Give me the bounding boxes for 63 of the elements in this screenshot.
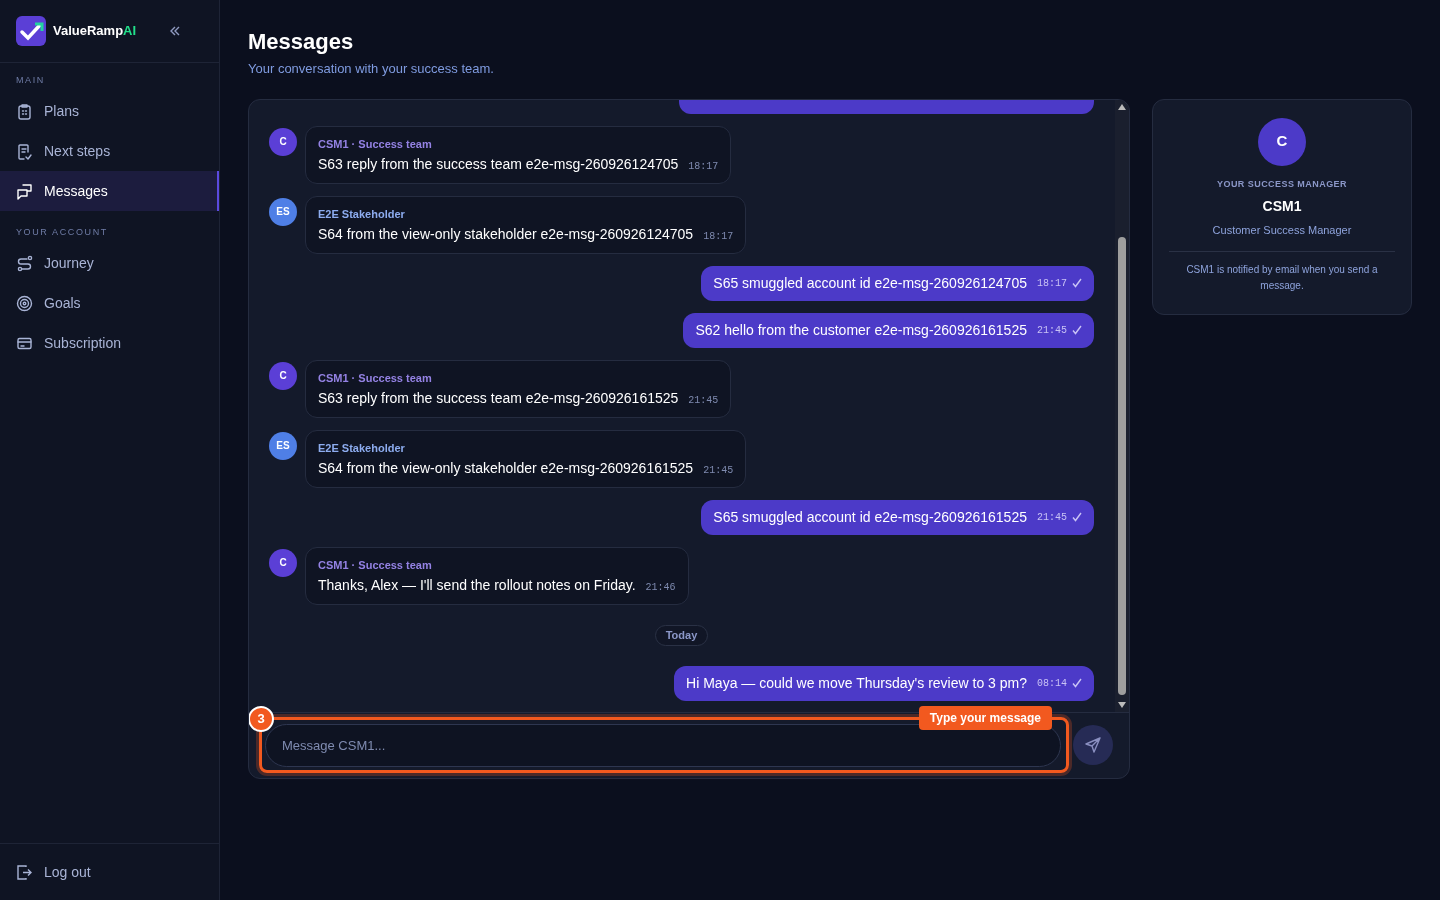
clipboard-icon xyxy=(16,102,33,120)
section-label: YOUR ACCOUNT xyxy=(15,226,109,240)
scrollbar-thumb[interactable] xyxy=(1118,236,1126,695)
message-text: S65 smuggled account id e2e-msg-260926161525 xyxy=(713,507,1027,527)
page-title: Messages xyxy=(248,28,355,56)
message-text: S62 hello from the customer e2e-msg-260926161525 xyxy=(695,320,1027,340)
sender-name: CSM1 · Success team xyxy=(318,136,433,152)
tooltip-label: Type your message xyxy=(918,705,1052,730)
avatar: C xyxy=(1258,117,1306,166)
message-time: 18:17 xyxy=(688,159,719,174)
message-text: S64 from the view-only stakeholder e2e-msg-260926124705 xyxy=(318,224,694,243)
scroll-up-icon xyxy=(1117,102,1127,111)
manager-name: CSM1 xyxy=(1262,197,1302,216)
avatar: ES xyxy=(269,431,297,460)
message-time: 21:45 xyxy=(688,393,719,408)
message-time: 21:45 xyxy=(1037,510,1067,525)
step-badge: 3 xyxy=(249,705,274,732)
nav-item[interactable]: Next steps xyxy=(0,131,219,171)
brand-suffix: AI xyxy=(123,22,137,41)
section-label: MAIN xyxy=(15,74,46,88)
send-icon xyxy=(1084,736,1102,754)
page-subtitle: Your conversation with your success team. xyxy=(248,60,495,78)
avatar: C xyxy=(269,548,297,577)
message-text: Thanks, Alex — I'll send the rollout notes on Friday. xyxy=(318,575,636,594)
nav-item[interactable]: Goals xyxy=(0,283,219,323)
message-time: 21:45 xyxy=(1037,323,1067,338)
chevrons-left-icon xyxy=(169,25,181,37)
message-text: S63 reply from the success team e2e-msg-260926161525 xyxy=(318,388,679,407)
logout-link[interactable]: Log out xyxy=(16,861,91,883)
chat-icon xyxy=(16,182,33,200)
sender-name: E2E Stakeholder xyxy=(318,440,406,456)
message-time: 18:17 xyxy=(703,229,734,244)
sender-name: CSM1 · Success team xyxy=(318,370,433,386)
route-icon xyxy=(16,254,33,272)
scrollbar[interactable] xyxy=(1115,99,1129,712)
send-button[interactable] xyxy=(1073,725,1113,765)
message-text: S63 reply from the success team e2e-msg-260926124705 xyxy=(318,154,679,173)
notification-note: CSM1 is notified by email when you send a message. xyxy=(1185,262,1379,293)
avatar: ES xyxy=(269,197,297,226)
manager-role: Customer Success Manager xyxy=(1212,223,1352,238)
card-label: YOUR SUCCESS MANAGER xyxy=(1217,177,1347,191)
nav-item[interactable]: Messages xyxy=(0,171,219,211)
brand-name: ValueRamp xyxy=(53,22,124,41)
collapse-button[interactable] xyxy=(169,25,181,37)
message-time: 18:17 xyxy=(1037,276,1067,291)
logo-icon xyxy=(16,16,46,46)
avatar: C xyxy=(269,361,297,390)
sender-name: CSM1 · Success team xyxy=(318,557,433,573)
message-text: S64 from the view-only stakeholder e2e-msg-260926161525 xyxy=(318,458,694,477)
avatar: C xyxy=(269,127,297,156)
message-time: 21:46 xyxy=(645,580,676,595)
sender-name: E2E Stakeholder xyxy=(318,206,406,222)
nav-item[interactable]: Plans xyxy=(0,91,219,131)
nav-item[interactable]: Journey xyxy=(0,243,219,283)
target-icon xyxy=(16,294,33,312)
message-time: 21:45 xyxy=(703,463,734,478)
scroll-down-icon xyxy=(1117,700,1127,709)
message-text: S65 smuggled account id e2e-msg-260926124705 xyxy=(713,273,1027,293)
message-time: 08:14 xyxy=(1037,676,1067,691)
logout-icon xyxy=(16,863,33,881)
checklist-icon xyxy=(16,142,33,160)
message-text: Hi Maya — could we move Thursday's review to 3 pm? xyxy=(686,673,1027,693)
nav-item[interactable]: Subscription xyxy=(0,323,219,363)
